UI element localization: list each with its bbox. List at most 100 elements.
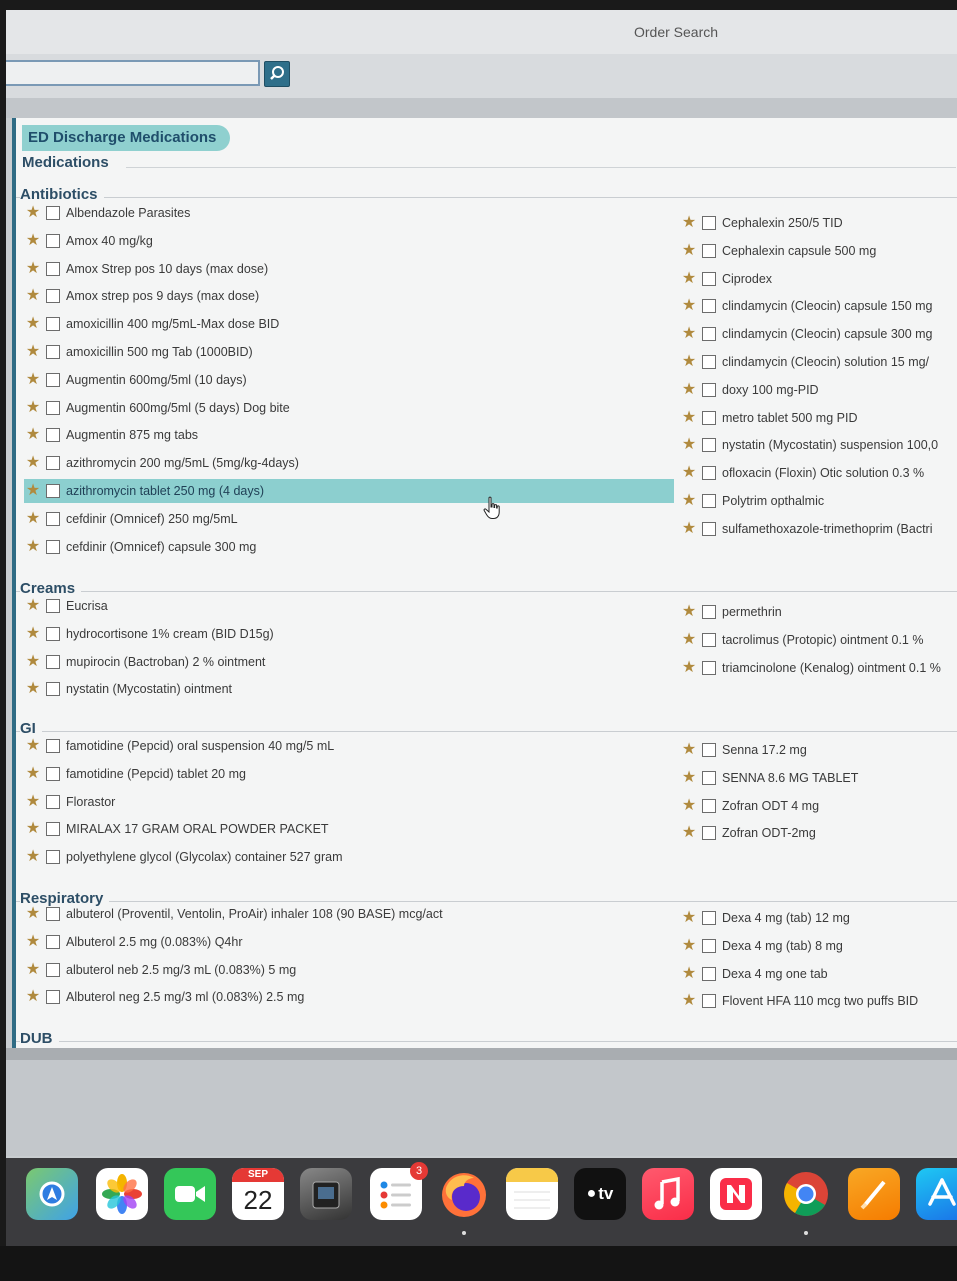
list-item[interactable]: ★ Zofran ODT 4 mg bbox=[680, 794, 957, 818]
list-item[interactable]: ★ clindamycin (Cleocin) capsule 300 mg bbox=[680, 322, 957, 346]
star-icon[interactable]: ★ bbox=[24, 201, 42, 225]
list-item[interactable]: ★ cefdinir (Omnicef) capsule 300 mg bbox=[24, 535, 674, 559]
order-checkbox[interactable] bbox=[46, 484, 60, 498]
list-item[interactable]: ★ amoxicillin 400 mg/5mL-Max dose BID bbox=[24, 312, 674, 336]
list-item[interactable]: ★ Zofran ODT-2mg bbox=[680, 821, 957, 845]
list-item[interactable]: ★ Albendazole Parasites bbox=[24, 201, 674, 225]
list-item[interactable]: ★ Eucrisa bbox=[24, 594, 674, 618]
star-icon[interactable]: ★ bbox=[680, 821, 698, 845]
order-checkbox[interactable] bbox=[46, 206, 60, 220]
list-item[interactable]: ★ Senna 17.2 mg bbox=[680, 738, 957, 762]
notes-icon[interactable] bbox=[506, 1168, 558, 1220]
list-item[interactable]: ★ doxy 100 mg-PID bbox=[680, 378, 957, 402]
star-icon[interactable]: ★ bbox=[24, 762, 42, 786]
list-item[interactable]: ★ nystatin (Mycostatin) ointment bbox=[24, 677, 674, 701]
order-checkbox[interactable] bbox=[46, 599, 60, 613]
chrome-icon[interactable] bbox=[780, 1168, 832, 1220]
star-icon[interactable]: ★ bbox=[24, 229, 42, 253]
star-icon[interactable]: ★ bbox=[680, 989, 698, 1013]
order-checkbox[interactable] bbox=[46, 794, 60, 809]
list-item[interactable]: ★ sulfamethoxazole-trimethoprim (Bactri bbox=[680, 517, 957, 541]
star-icon[interactable]: ★ bbox=[24, 312, 42, 336]
order-checkbox[interactable] bbox=[702, 466, 716, 481]
star-icon[interactable]: ★ bbox=[24, 817, 42, 841]
order-checkbox[interactable] bbox=[702, 299, 716, 314]
order-checkbox[interactable] bbox=[46, 233, 60, 248]
order-checkbox[interactable] bbox=[702, 216, 716, 230]
order-checkbox[interactable] bbox=[702, 798, 716, 813]
star-icon[interactable]: ★ bbox=[680, 461, 698, 485]
star-icon[interactable]: ★ bbox=[680, 628, 698, 652]
star-icon[interactable]: ★ bbox=[680, 766, 698, 790]
order-checkbox[interactable] bbox=[46, 400, 60, 415]
star-icon[interactable]: ★ bbox=[24, 930, 42, 954]
list-item[interactable]: ★ Cephalexin capsule 500 mg bbox=[680, 239, 957, 263]
order-checkbox[interactable] bbox=[46, 934, 60, 949]
star-icon[interactable]: ★ bbox=[24, 340, 42, 364]
star-icon[interactable]: ★ bbox=[680, 794, 698, 818]
star-icon[interactable]: ★ bbox=[24, 985, 42, 1009]
star-icon[interactable]: ★ bbox=[24, 479, 42, 503]
star-icon[interactable]: ★ bbox=[680, 962, 698, 986]
order-checkbox[interactable] bbox=[46, 289, 60, 304]
order-checkbox[interactable] bbox=[46, 345, 60, 359]
star-icon[interactable]: ★ bbox=[24, 902, 42, 926]
order-checkbox[interactable] bbox=[702, 271, 716, 286]
order-checkbox[interactable] bbox=[46, 682, 60, 697]
order-checkbox[interactable] bbox=[702, 660, 716, 675]
list-item[interactable]: ★ Albuterol 2.5 mg (0.083%) Q4hr bbox=[24, 930, 674, 954]
star-icon[interactable]: ★ bbox=[680, 906, 698, 930]
star-icon[interactable]: ★ bbox=[680, 211, 698, 235]
star-icon[interactable]: ★ bbox=[680, 656, 698, 680]
order-checkbox[interactable] bbox=[702, 743, 716, 757]
reminders-icon[interactable]: 3 bbox=[370, 1162, 428, 1220]
order-checkbox[interactable] bbox=[46, 511, 60, 526]
star-icon[interactable]: ★ bbox=[680, 239, 698, 263]
list-item[interactable]: ★ albuterol (Proventil, Ventolin, ProAir)… bbox=[24, 902, 674, 926]
order-checkbox[interactable] bbox=[702, 632, 716, 647]
order-checkbox[interactable] bbox=[702, 327, 716, 342]
list-item[interactable]: ★ triamcinolone (Kenalog) ointment 0.1 % bbox=[680, 656, 957, 680]
order-checkbox[interactable] bbox=[46, 850, 60, 865]
star-icon[interactable]: ★ bbox=[24, 622, 42, 646]
list-item[interactable]: ★ Augmentin 600mg/5ml (10 days) bbox=[24, 368, 674, 392]
star-icon[interactable]: ★ bbox=[24, 734, 42, 758]
list-item[interactable]: ★ hydrocortisone 1% cream (BID D15g) bbox=[24, 622, 674, 646]
star-icon[interactable]: ★ bbox=[24, 958, 42, 982]
order-checkbox[interactable] bbox=[702, 770, 716, 785]
star-icon[interactable]: ★ bbox=[680, 433, 698, 457]
order-checkbox[interactable] bbox=[46, 822, 60, 837]
folder-title[interactable]: ED Discharge Medications bbox=[22, 125, 231, 151]
order-checkbox[interactable] bbox=[702, 494, 716, 508]
order-checkbox[interactable] bbox=[46, 261, 60, 276]
order-checkbox[interactable] bbox=[46, 626, 60, 641]
list-item[interactable]: ★ nystatin (Mycostatin) suspension 100,0 bbox=[680, 433, 957, 457]
list-item[interactable]: ★ Amox Strep pos 10 days (max dose) bbox=[24, 257, 674, 281]
list-item[interactable]: ★ SENNA 8.6 MG TABLET bbox=[680, 766, 957, 790]
list-item[interactable]: ★ amoxicillin 500 mg Tab (1000BID) bbox=[24, 340, 674, 364]
list-item[interactable]: ★ Polytrim opthalmic bbox=[680, 489, 957, 513]
list-item[interactable]: ★ Dexa 4 mg (tab) 12 mg bbox=[680, 906, 957, 930]
list-item[interactable]: ★ cefdinir (Omnicef) 250 mg/5mL bbox=[24, 507, 674, 531]
order-checkbox[interactable] bbox=[702, 438, 716, 453]
list-item[interactable]: ★ Augmentin 600mg/5ml (5 days) Dog bite bbox=[24, 396, 674, 420]
pages-icon[interactable] bbox=[848, 1168, 900, 1220]
order-checkbox[interactable] bbox=[46, 654, 60, 669]
list-item[interactable]: ★ Amox strep pos 9 days (max dose) bbox=[24, 284, 674, 308]
search-button[interactable] bbox=[264, 61, 290, 87]
star-icon[interactable]: ★ bbox=[24, 451, 42, 475]
order-checkbox[interactable] bbox=[702, 938, 716, 953]
photos-icon[interactable] bbox=[96, 1168, 148, 1220]
list-item[interactable]: ★ azithromycin tablet 250 mg (4 days) bbox=[24, 479, 674, 503]
firefox-icon[interactable] bbox=[438, 1168, 490, 1220]
order-checkbox[interactable] bbox=[46, 907, 60, 921]
order-checkbox[interactable] bbox=[46, 962, 60, 977]
calendar-icon[interactable]: SEP 22 bbox=[232, 1168, 284, 1220]
order-checkbox[interactable] bbox=[702, 521, 716, 536]
list-item[interactable]: ★ Dexa 4 mg one tab bbox=[680, 962, 957, 986]
list-item[interactable]: ★ Dexa 4 mg (tab) 8 mg bbox=[680, 934, 957, 958]
facetime-icon[interactable] bbox=[164, 1168, 216, 1220]
star-icon[interactable]: ★ bbox=[680, 406, 698, 430]
order-checkbox[interactable] bbox=[46, 317, 60, 332]
order-checkbox[interactable] bbox=[702, 382, 716, 397]
